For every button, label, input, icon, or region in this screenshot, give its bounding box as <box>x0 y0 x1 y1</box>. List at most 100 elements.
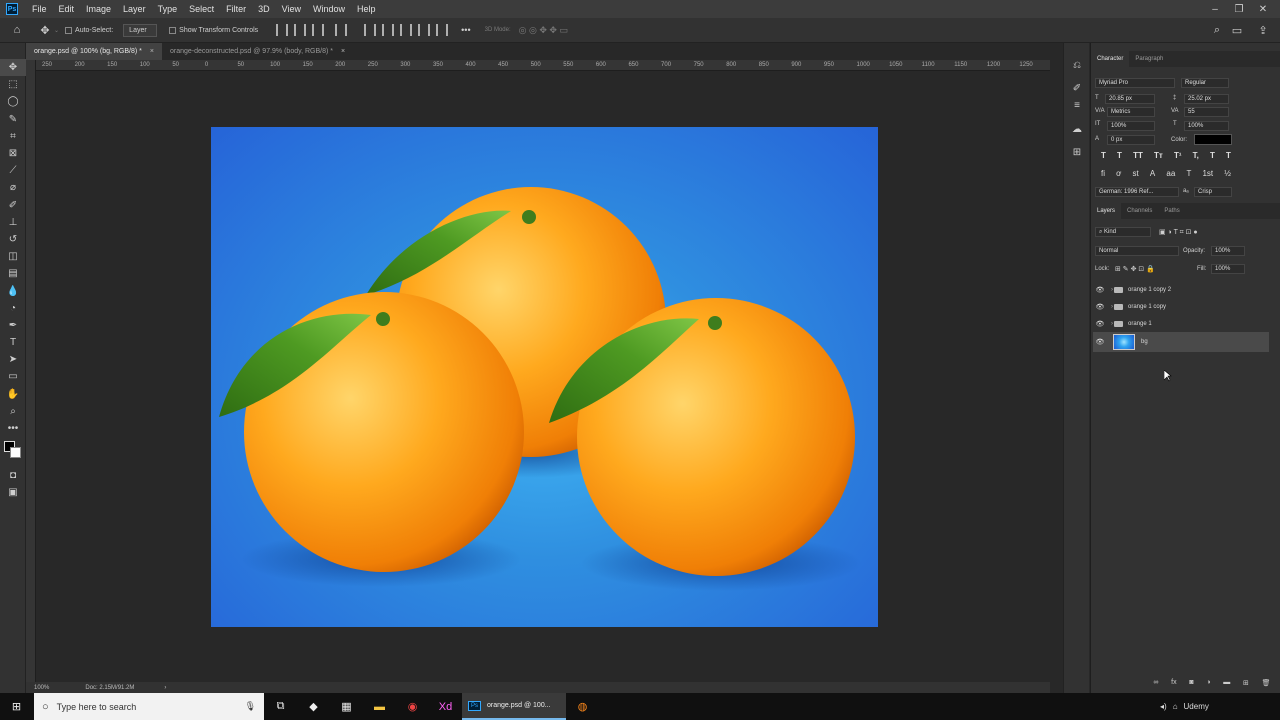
visibility-eye-icon[interactable]: 👁 <box>1093 338 1107 346</box>
align-center-icon[interactable] <box>294 24 307 36</box>
tab-character[interactable]: Character <box>1091 51 1130 67</box>
3d-orbit-icon[interactable]: ◎ ◎ ✥ ✥ ▭ <box>519 25 568 36</box>
adjustments-icon[interactable]: ≡ <box>1064 97 1090 114</box>
type-tool-icon[interactable]: T <box>0 334 26 351</box>
lasso-tool-icon[interactable]: ◯ <box>0 93 26 110</box>
edit-toolbar-icon[interactable]: ••• <box>0 420 26 437</box>
file-explorer-icon[interactable]: ▬ <box>363 693 396 720</box>
chevron-down-icon[interactable]: ⌄ <box>54 27 59 34</box>
menu-filter[interactable]: Filter <box>220 4 252 14</box>
document-canvas[interactable] <box>211 127 878 627</box>
gradient-tool-icon[interactable]: ▤ <box>0 265 26 282</box>
layer-mask-icon[interactable]: ◙ <box>1189 679 1193 687</box>
stylistic-alternates-button[interactable]: aa <box>1166 169 1175 178</box>
menu-type[interactable]: Type <box>152 4 184 14</box>
font-size-field[interactable]: 20.85 px <box>1105 94 1155 104</box>
visibility-eye-icon[interactable]: 👁 <box>1093 303 1107 311</box>
restore-icon[interactable]: ❐ <box>1228 0 1250 18</box>
distribute-horizontal-icon[interactable] <box>436 24 449 36</box>
firefox-icon[interactable]: ◍ <box>566 693 599 720</box>
baseline-shift-field[interactable]: 0 px <box>1107 135 1155 145</box>
menu-file[interactable]: File <box>26 4 53 14</box>
expand-chevron-icon[interactable]: › <box>1111 304 1113 310</box>
font-style-dropdown[interactable]: Regular <box>1181 78 1229 88</box>
auto-select-checkbox[interactable] <box>65 26 73 34</box>
distribute-vertical-icon[interactable] <box>418 24 431 36</box>
rectangle-tool-icon[interactable]: ▭ <box>0 368 26 385</box>
align-bottom-icon[interactable] <box>400 24 413 36</box>
new-layer-icon[interactable]: ⊞ <box>1243 679 1249 687</box>
menu-view[interactable]: View <box>276 4 307 14</box>
link-layers-icon[interactable]: ∞ <box>1153 679 1158 687</box>
move-tool-preset-icon[interactable]: ✥ <box>36 21 54 39</box>
history-panel-icon[interactable]: ⎌ <box>1064 57 1090 74</box>
crop-tool-icon[interactable]: ⌗ <box>0 128 26 145</box>
pinned-app-icon[interactable]: ◆ <box>297 693 330 720</box>
vertical-scale-field[interactable]: 100% <box>1107 121 1155 131</box>
horizontal-scale-field[interactable]: 100% <box>1184 121 1229 131</box>
taskbar-photoshop-window[interactable]: Ps orange.psd @ 100... <box>462 693 566 720</box>
faux-bold-button[interactable]: T <box>1101 151 1106 160</box>
expand-chevron-icon[interactable]: › <box>1111 321 1113 327</box>
taskbar-search[interactable]: ○ Type here to search 🎙 <box>34 693 264 720</box>
distribute-icon[interactable] <box>335 24 348 36</box>
superscript-button[interactable]: T¹ <box>1174 151 1182 160</box>
volume-icon[interactable]: ◂) <box>1160 702 1167 711</box>
kerning-field[interactable]: Metrics <box>1107 107 1155 117</box>
dodge-tool-icon[interactable]: ◔ <box>0 300 26 317</box>
calculator-icon[interactable]: ▦ <box>330 693 363 720</box>
show-transform-checkbox[interactable] <box>169 26 177 34</box>
close-icon[interactable]: ✕ <box>1252 0 1274 18</box>
all-caps-button[interactable]: TT <box>1133 151 1143 160</box>
tab-orange-psd[interactable]: orange.psd @ 100% (bg, RGB/8) * × <box>26 43 162 60</box>
align-top-icon[interactable] <box>364 24 377 36</box>
tab-channels[interactable]: Channels <box>1121 203 1158 219</box>
layer-filter-dropdown[interactable]: ⌕ Kind <box>1095 227 1151 237</box>
close-tab-icon[interactable]: × <box>341 48 345 55</box>
move-tool-icon[interactable]: ✥ <box>0 59 26 77</box>
share-icon[interactable]: ⇪ <box>1254 21 1272 39</box>
search-icon[interactable]: ⌕ <box>1208 21 1226 39</box>
titling-alternates-button[interactable]: T <box>1186 169 1191 178</box>
screen-mode-icon[interactable]: ▣ <box>0 484 26 501</box>
font-family-dropdown[interactable]: Myriad Pro <box>1095 78 1175 88</box>
microphone-icon[interactable]: 🎙 <box>245 701 256 712</box>
layer-row[interactable]: 👁 › orange 1 copy <box>1093 298 1269 315</box>
auto-select-dropdown[interactable]: Layer <box>123 23 158 37</box>
align-right-icon[interactable] <box>312 24 325 36</box>
ordinals-button[interactable]: 1st <box>1202 169 1213 178</box>
menu-layer[interactable]: Layer <box>117 4 152 14</box>
eyedropper-tool-icon[interactable]: ⟋ <box>0 162 26 179</box>
tab-paths[interactable]: Paths <box>1158 203 1185 219</box>
fractions-button[interactable]: ½ <box>1224 169 1231 178</box>
layer-style-icon[interactable]: fx <box>1171 679 1176 687</box>
pen-tool-icon[interactable]: ✒ <box>0 317 26 334</box>
layer-row[interactable]: 👁 › orange 1 copy 2 <box>1093 281 1269 298</box>
small-caps-button[interactable]: Tт <box>1154 151 1163 160</box>
home-icon[interactable]: ⌂ <box>8 21 26 39</box>
marquee-tool-icon[interactable]: ⬚ <box>0 76 26 93</box>
delete-layer-icon[interactable]: 🗑 <box>1262 679 1271 687</box>
hand-tool-icon[interactable]: ✋ <box>0 386 26 403</box>
new-group-icon[interactable]: ▬ <box>1223 679 1230 687</box>
layer-row-selected[interactable]: 👁 bg <box>1093 332 1269 352</box>
ligatures-button[interactable]: fi <box>1101 169 1105 178</box>
zoom-level[interactable]: 100% <box>34 685 49 691</box>
minimize-icon[interactable]: – <box>1204 0 1226 18</box>
visibility-eye-icon[interactable]: 👁 <box>1093 320 1107 328</box>
color-swatches[interactable] <box>0 437 25 467</box>
menu-window[interactable]: Window <box>307 4 351 14</box>
start-windows-icon[interactable]: ⊞ <box>0 693 33 720</box>
anti-alias-dropdown[interactable]: Crisp <box>1194 187 1232 197</box>
background-color-swatch[interactable] <box>10 447 21 459</box>
layer-row[interactable]: 👁 › orange 1 <box>1093 315 1269 332</box>
faux-italic-button[interactable]: T <box>1117 151 1122 160</box>
close-tab-icon[interactable]: × <box>150 48 154 55</box>
clone-stamp-tool-icon[interactable]: ⊥ <box>0 214 26 231</box>
menu-help[interactable]: Help <box>351 4 382 14</box>
healing-brush-tool-icon[interactable]: ⌀ <box>0 179 26 196</box>
brush-settings-icon[interactable]: ✐ <box>1064 80 1090 97</box>
layer-filter-icons[interactable]: ▣ ◑ T ⌗ ⊡ ● <box>1159 228 1198 237</box>
eraser-tool-icon[interactable]: ◫ <box>0 248 26 265</box>
align-left-icon[interactable] <box>276 24 289 36</box>
